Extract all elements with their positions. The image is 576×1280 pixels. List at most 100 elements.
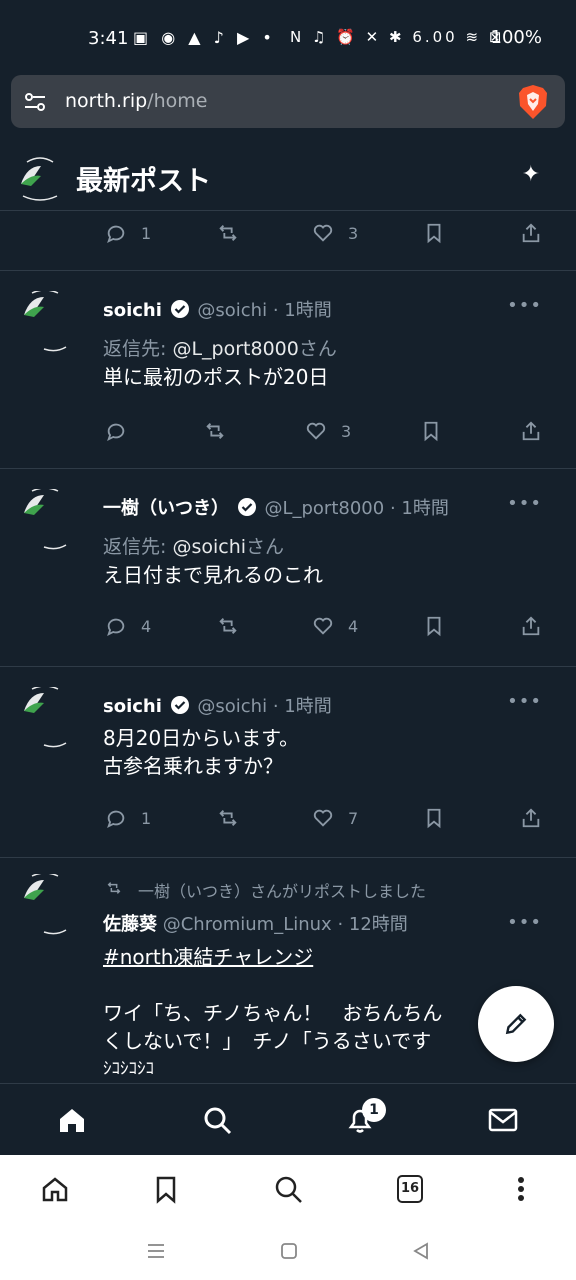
compose-button[interactable] <box>478 986 554 1062</box>
bookmark-icon <box>424 421 438 442</box>
reply-button[interactable]: 1 <box>105 804 151 832</box>
browser-search-icon[interactable] <box>273 1174 303 1204</box>
post-card[interactable]: 一樹（いつき） @L_port8000 · 1時間 ••• 返信先: @soic… <box>0 469 576 667</box>
reply-context: 返信先: @L_port8000さん <box>103 334 337 361</box>
post-text-line: 古参名乗れますか？ <box>103 754 283 778</box>
battery-level: 100% <box>490 27 542 48</box>
share-button[interactable] <box>520 219 542 247</box>
url-host: north.rip <box>65 90 148 112</box>
profile-avatar[interactable] <box>17 154 63 218</box>
reply-count: 1 <box>141 223 152 243</box>
display-name[interactable]: 佐藤葵 <box>103 914 157 935</box>
url-bar[interactable]: north.rip/home <box>11 75 565 128</box>
notification-badge: 1 <box>362 1098 386 1122</box>
post-actions: 1 3 <box>0 219 576 247</box>
tabs-button[interactable]: 16 <box>397 1175 423 1203</box>
bookmark-icon <box>427 616 441 637</box>
share-button[interactable] <box>520 612 542 640</box>
bookmark-button[interactable] <box>423 219 445 247</box>
recents-icon[interactable] <box>145 1240 167 1262</box>
post-card[interactable]: soichi @soichi · 1時間 ••• 8月20日からいます。 古参名… <box>0 667 576 858</box>
more-options-icon[interactable]: ••• <box>507 493 542 514</box>
post-actions: 1 7 <box>0 804 576 832</box>
user-avatar[interactable] <box>22 291 68 355</box>
user-handle[interactable]: @soichi <box>197 300 267 321</box>
browser-toolbar: 16 <box>0 1155 576 1225</box>
like-button[interactable]: 4 <box>312 612 358 640</box>
bookmark-button[interactable] <box>423 804 445 832</box>
brave-shield-icon[interactable] <box>517 84 549 120</box>
verified-badge-icon <box>170 300 189 318</box>
sparkle-icon[interactable]: ✦ <box>522 162 540 187</box>
repost-button[interactable] <box>204 417 226 445</box>
heart-icon <box>313 224 333 242</box>
pencil-icon <box>505 1013 527 1035</box>
post-time[interactable]: · 1時間 <box>273 696 332 717</box>
bookmarks-icon[interactable] <box>151 1174 181 1204</box>
post-card[interactable]: 1 3 <box>0 211 576 271</box>
post-text: え日付まで見れるのこれ <box>103 563 323 587</box>
post-actions: 4 4 <box>0 612 576 640</box>
site-settings-icon[interactable] <box>23 90 47 114</box>
post-header: 一樹（いつき） @L_port8000 · 1時間 <box>103 494 449 520</box>
bookmark-icon <box>427 223 441 244</box>
reply-to-handle[interactable]: @L_port8000 <box>172 338 298 360</box>
timeline-header: 最新ポスト ✦ <box>0 140 576 211</box>
more-options-icon[interactable]: ••• <box>507 295 542 316</box>
reply-context: 返信先: @soichiさん <box>103 532 284 559</box>
reply-button[interactable] <box>105 417 127 445</box>
like-count: 7 <box>348 808 359 828</box>
user-handle[interactable]: @Chromium_Linux <box>163 914 332 935</box>
verified-badge-icon <box>237 498 256 516</box>
menu-dots-icon[interactable] <box>506 1174 536 1204</box>
user-handle[interactable]: @L_port8000 <box>264 498 384 519</box>
display-name[interactable]: 一樹（いつき） <box>103 498 229 519</box>
back-icon[interactable] <box>410 1240 432 1262</box>
reply-suffix: さん <box>246 536 285 558</box>
user-avatar[interactable] <box>22 489 68 553</box>
post-time[interactable]: · 1時間 <box>273 300 332 321</box>
more-options-icon[interactable]: ••• <box>507 691 542 712</box>
repost-button[interactable] <box>217 804 239 832</box>
user-avatar[interactable] <box>22 687 68 751</box>
url-text[interactable]: north.rip/home <box>65 90 207 112</box>
post-time[interactable]: · 1時間 <box>390 498 449 519</box>
repost-icon <box>206 423 224 439</box>
notification-icons: ▣ ◉ ▲ ♪ ▶ • <box>133 28 276 47</box>
more-options-icon[interactable]: ••• <box>507 912 542 933</box>
post-card[interactable]: soichi @soichi · 1時間 ••• 返信先: @L_port800… <box>0 271 576 469</box>
display-name[interactable]: soichi <box>103 696 162 717</box>
home-button-icon[interactable] <box>278 1240 300 1262</box>
hashtag-link[interactable]: #north凍結チャレンジ <box>103 943 442 971</box>
home-icon[interactable] <box>57 1105 87 1135</box>
like-button[interactable]: 3 <box>305 417 351 445</box>
like-button[interactable]: 7 <box>312 804 358 832</box>
post-time[interactable]: · 12時間 <box>337 914 407 935</box>
reply-button[interactable]: 4 <box>105 612 151 640</box>
post-header: 佐藤葵 @Chromium_Linux · 12時間 <box>103 910 408 936</box>
reply-icon <box>107 423 125 442</box>
mail-icon[interactable] <box>488 1105 518 1135</box>
search-icon[interactable] <box>202 1105 232 1135</box>
post-text-line: 8月20日からいます。 <box>103 726 300 750</box>
url-path: /home <box>147 90 208 112</box>
heart-icon <box>313 809 333 827</box>
bookmark-button[interactable] <box>420 417 442 445</box>
display-name[interactable]: soichi <box>103 300 162 321</box>
repost-button[interactable] <box>217 219 239 247</box>
verified-badge-icon <box>170 696 189 714</box>
reply-to-handle[interactable]: @soichi <box>172 536 246 558</box>
user-avatar[interactable] <box>22 874 68 938</box>
user-handle[interactable]: @soichi <box>197 696 267 717</box>
share-button[interactable] <box>520 417 542 445</box>
post-text-line: ワイ「ち、チノちゃん！ おちんちん <box>103 1001 443 1025</box>
reply-prefix: 返信先: <box>103 338 173 360</box>
reply-button[interactable]: 1 <box>105 219 151 247</box>
repost-icon <box>219 225 237 241</box>
repost-button[interactable] <box>217 612 239 640</box>
reply-icon <box>107 810 125 829</box>
share-button[interactable] <box>520 804 542 832</box>
like-button[interactable]: 3 <box>312 219 358 247</box>
browser-home-icon[interactable] <box>40 1174 70 1204</box>
bookmark-button[interactable] <box>423 612 445 640</box>
